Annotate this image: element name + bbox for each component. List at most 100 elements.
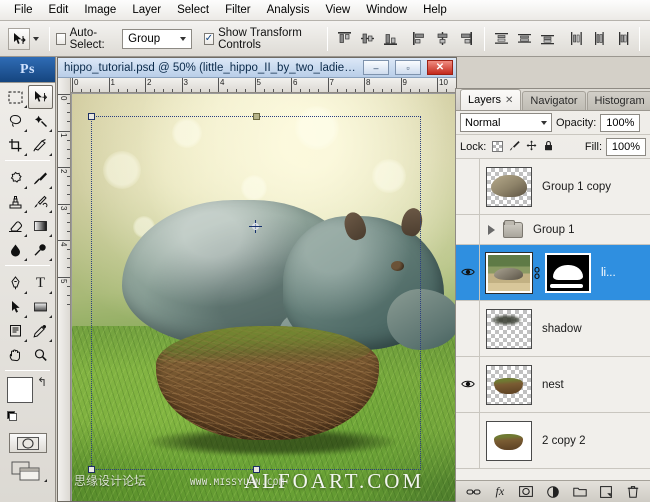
align-right-edges-button[interactable]	[455, 29, 476, 49]
layer-thumbnail[interactable]	[486, 365, 532, 405]
document-title-bar[interactable]: hippo_tutorial.psd @ 50% (little_hippo_I…	[58, 58, 456, 78]
brush-tool-icon[interactable]	[28, 166, 53, 190]
layer-visibility-toggle[interactable]	[456, 159, 480, 214]
menu-item-file[interactable]: File	[6, 1, 41, 19]
magic-wand-tool-icon[interactable]	[28, 109, 53, 133]
fill-input[interactable]: 100%	[606, 138, 646, 156]
eyedropper-tool-icon[interactable]	[28, 319, 53, 343]
distribute-bottom-edges-button[interactable]	[537, 29, 558, 49]
layer-list[interactable]: Group 1 copy Group 1	[456, 159, 650, 480]
marquee-tool-icon[interactable]	[3, 85, 28, 109]
align-left-edges-button[interactable]	[409, 29, 430, 49]
layer-visibility-toggle[interactable]	[456, 301, 480, 356]
table-row[interactable]: nest	[456, 357, 650, 413]
layer-mask-thumbnail[interactable]	[545, 253, 591, 293]
restore-button[interactable]: ▫	[395, 60, 421, 75]
gradient-tool-icon[interactable]	[28, 214, 53, 238]
table-row[interactable]: shadow	[456, 301, 650, 357]
shape-tool-icon[interactable]	[28, 295, 53, 319]
zoom-tool-icon[interactable]	[28, 343, 53, 367]
lasso-tool-icon[interactable]	[3, 109, 28, 133]
transform-pivot-icon[interactable]	[249, 220, 262, 233]
slice-tool-icon[interactable]	[28, 133, 53, 157]
layer-visibility-toggle[interactable]	[456, 215, 480, 244]
close-icon[interactable]: ✕	[505, 95, 513, 106]
add-layer-mask-button[interactable]	[517, 483, 535, 500]
auto-select-checkbox[interactable]	[56, 33, 66, 45]
notes-tool-icon[interactable]	[3, 319, 28, 343]
table-row[interactable]: Group 1 copy	[456, 159, 650, 215]
eye-icon[interactable]	[461, 378, 475, 392]
distribute-left-edges-button[interactable]	[566, 29, 587, 49]
canvas-area[interactable]: 思缘设计论坛 WWW.MISSYUAN.COM ALFOART.COM	[72, 94, 456, 501]
layer-thumbnail[interactable]	[486, 253, 532, 293]
tab-histogram[interactable]: Histogram	[587, 91, 650, 110]
table-row[interactable]: 2 copy 2	[456, 413, 650, 469]
chevron-right-icon[interactable]	[488, 225, 495, 235]
lock-transparent-pixels-icon[interactable]	[492, 141, 503, 152]
menu-item-layer[interactable]: Layer	[124, 1, 169, 19]
align-top-edges-button[interactable]	[334, 29, 355, 49]
foreground-color-swatch[interactable]	[7, 377, 33, 403]
menu-item-image[interactable]: Image	[76, 1, 124, 19]
crop-tool-icon[interactable]	[3, 133, 28, 157]
quick-mask-icon[interactable]	[9, 433, 47, 453]
align-horizontal-centers-button[interactable]	[432, 29, 453, 49]
menu-item-window[interactable]: Window	[358, 1, 415, 19]
tab-layers[interactable]: Layers ✕	[460, 89, 521, 110]
screen-mode-icon[interactable]	[8, 459, 48, 483]
menu-item-edit[interactable]: Edit	[41, 1, 77, 19]
path-selection-tool-icon[interactable]	[3, 295, 28, 319]
healing-brush-tool-icon[interactable]	[3, 166, 28, 190]
distribute-top-edges-button[interactable]	[491, 29, 512, 49]
layer-visibility-toggle[interactable]	[456, 245, 480, 300]
minimize-button[interactable]: –	[363, 60, 389, 75]
blur-tool-icon[interactable]	[3, 238, 28, 262]
link-icon[interactable]	[532, 266, 542, 280]
menu-item-analysis[interactable]: Analysis	[259, 1, 318, 19]
distribute-right-edges-button[interactable]	[612, 29, 633, 49]
layer-thumbnail[interactable]	[486, 421, 532, 461]
type-tool-icon[interactable]: T	[28, 271, 53, 295]
lock-all-icon[interactable]	[543, 140, 554, 154]
layer-visibility-toggle[interactable]	[456, 357, 480, 412]
table-row[interactable]: li...	[456, 245, 650, 301]
menu-item-view[interactable]: View	[317, 1, 358, 19]
blend-mode-dropdown[interactable]: Normal	[460, 113, 552, 132]
default-colors-icon[interactable]	[7, 411, 18, 422]
table-row[interactable]: Group 1	[456, 215, 650, 245]
menu-item-filter[interactable]: Filter	[217, 1, 259, 19]
eraser-tool-icon[interactable]	[3, 214, 28, 238]
lock-position-icon[interactable]	[526, 140, 537, 154]
dodge-tool-icon[interactable]	[28, 238, 53, 262]
horizontal-ruler[interactable]: 012345678910	[71, 78, 456, 93]
tool-preset-picker[interactable]	[4, 28, 43, 50]
delete-layer-button[interactable]	[624, 483, 642, 500]
clone-stamp-tool-icon[interactable]	[3, 190, 28, 214]
move-tool-icon[interactable]	[28, 85, 53, 109]
distribute-vertical-centers-button[interactable]	[514, 29, 535, 49]
align-bottom-edges-button[interactable]	[380, 29, 401, 49]
tool-preset-chevron-icon[interactable]	[33, 37, 39, 41]
lock-image-pixels-icon[interactable]	[509, 140, 520, 154]
new-layer-button[interactable]	[597, 483, 615, 500]
menu-item-select[interactable]: Select	[169, 1, 217, 19]
auto-select-dropdown[interactable]: Group	[122, 29, 192, 49]
new-adjustment-layer-button[interactable]	[544, 483, 562, 500]
swap-colors-icon[interactable]: ↰	[37, 375, 47, 389]
history-brush-tool-icon[interactable]	[28, 190, 53, 214]
layer-thumbnail[interactable]	[486, 167, 532, 207]
tab-navigator[interactable]: Navigator	[522, 91, 585, 110]
layer-visibility-toggle[interactable]	[456, 413, 480, 468]
show-transform-checkbox[interactable]: ✓	[204, 33, 214, 45]
align-vertical-centers-button[interactable]	[357, 29, 378, 49]
link-layers-button[interactable]	[464, 483, 482, 500]
menu-item-help[interactable]: Help	[415, 1, 455, 19]
layer-style-button[interactable]: fx	[491, 483, 509, 500]
new-group-button[interactable]	[571, 483, 589, 500]
close-button[interactable]: ✕	[427, 60, 453, 75]
pen-tool-icon[interactable]	[3, 271, 28, 295]
distribute-horizontal-centers-button[interactable]	[589, 29, 610, 49]
opacity-input[interactable]: 100%	[600, 114, 640, 132]
layer-thumbnail[interactable]	[486, 309, 532, 349]
